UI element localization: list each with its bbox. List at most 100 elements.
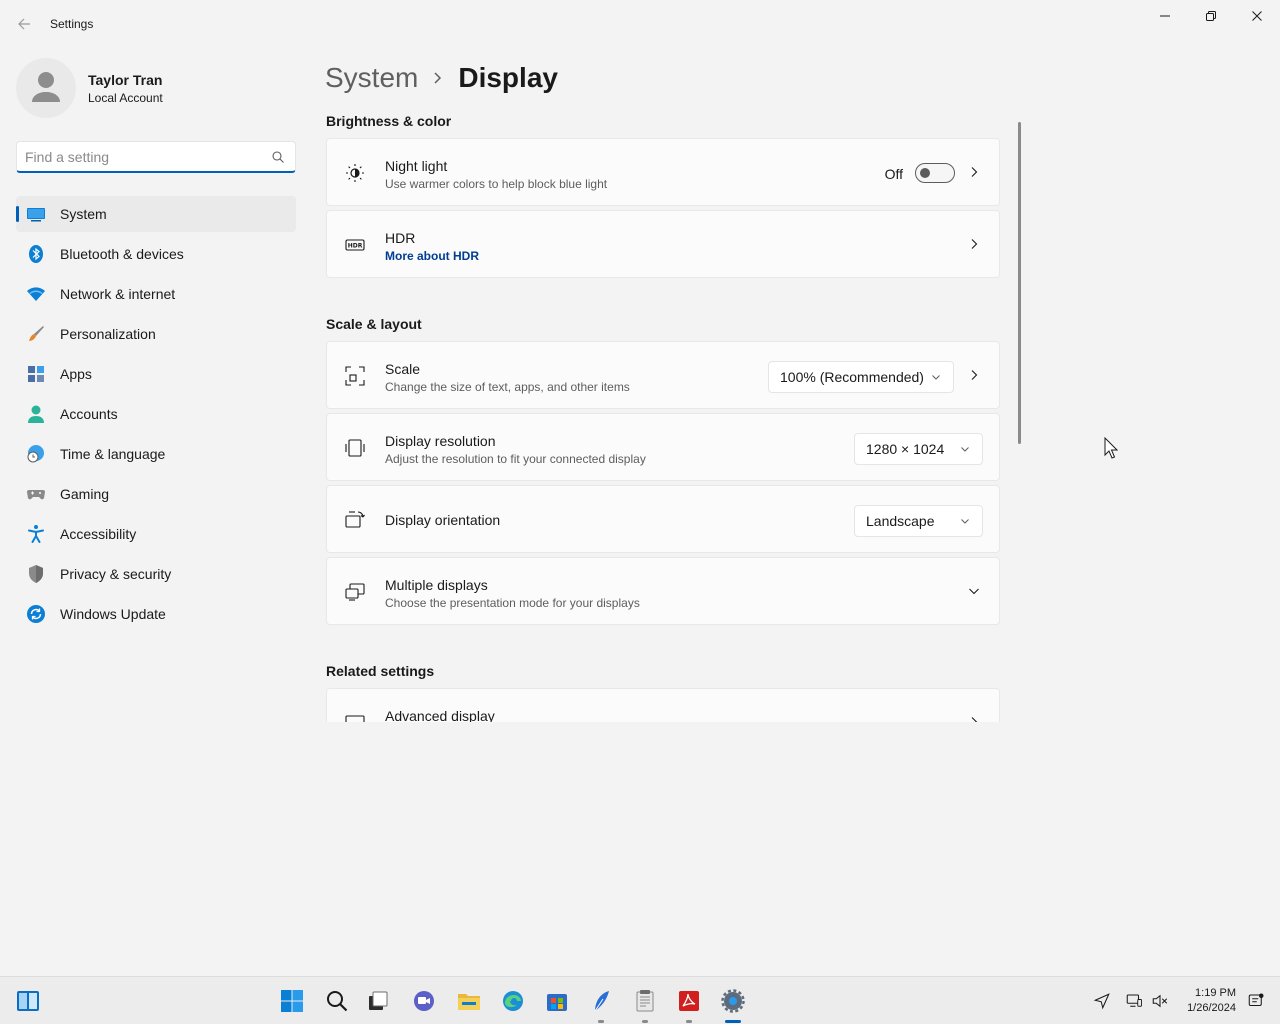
edge-icon [503, 991, 523, 1011]
feather-app-button[interactable] [585, 985, 617, 1017]
close-button[interactable] [1234, 0, 1280, 32]
maximize-button[interactable] [1188, 0, 1234, 32]
sidebar-item-label: Network & internet [60, 286, 176, 302]
resolution-icon [345, 438, 365, 458]
sidebar-item-personalization[interactable]: Personalization [16, 316, 296, 352]
accounts-icon [26, 404, 46, 424]
display-orientation-card: Display orientation Landscape [326, 485, 1000, 553]
resolution-dropdown[interactable]: 1280 × 1024 [854, 433, 983, 465]
sidebar-item-network[interactable]: Network & internet [16, 276, 296, 312]
pdf-reader-button[interactable] [673, 985, 705, 1017]
notepad-icon [636, 990, 654, 1012]
shield-icon [26, 564, 46, 584]
scale-subtitle: Change the size of text, apps, and other… [385, 380, 630, 394]
toggle-knob [920, 168, 930, 178]
sidebar-item-gaming[interactable]: Gaming [16, 476, 296, 512]
gear-icon [721, 989, 745, 1013]
orientation-dropdown[interactable]: Landscape [854, 505, 983, 537]
settings-app-button[interactable] [717, 985, 749, 1017]
back-arrow-icon [18, 18, 30, 30]
close-icon [1252, 11, 1262, 21]
night-light-toggle[interactable] [915, 163, 955, 183]
chat-button[interactable] [408, 985, 440, 1017]
person-icon [32, 72, 60, 102]
apps-icon [26, 364, 46, 384]
multiple-displays-card[interactable]: Multiple displays Choose the presentatio… [326, 557, 1000, 625]
avatar [16, 58, 76, 118]
resolution-subtitle: Adjust the resolution to fit your connec… [385, 452, 646, 466]
user-profile[interactable]: Taylor Tran Local Account [16, 58, 296, 118]
volume-tray-button[interactable] [1144, 985, 1176, 1017]
sidebar-item-apps[interactable]: Apps [16, 356, 296, 392]
scale-card[interactable]: Scale Change the size of text, apps, and… [326, 341, 1000, 409]
clock-time: 1:19 PM [1195, 987, 1236, 999]
chevron-right-icon [971, 717, 978, 722]
sidebar-item-label: Accessibility [60, 526, 137, 542]
orientation-title: Display orientation [385, 512, 501, 528]
task-view-icon [369, 991, 388, 1010]
multiple-displays-icon [345, 582, 365, 602]
edge-button[interactable] [497, 985, 529, 1017]
wifi-icon [26, 284, 46, 304]
file-explorer-button[interactable] [453, 985, 485, 1017]
store-button[interactable] [541, 985, 573, 1017]
multiple-displays-title: Multiple displays [385, 577, 488, 593]
settings-content: Brightness & color Night light Use warme… [326, 104, 1000, 722]
search-input[interactable] [25, 147, 261, 167]
restore-icon [1206, 11, 1216, 21]
night-light-card[interactable]: Night light Use warmer colors to help bl… [326, 138, 1000, 206]
notification-icon [1248, 993, 1264, 1007]
sidebar-item-time-language[interactable]: Time & language [16, 436, 296, 472]
section-title-scale-layout: Scale & layout [326, 316, 422, 332]
search-icon [327, 991, 348, 1012]
sidebar-nav: System Bluetooth & devices Network & int… [16, 196, 296, 636]
sidebar-item-bluetooth[interactable]: Bluetooth & devices [16, 236, 296, 272]
sidebar-item-privacy[interactable]: Privacy & security [16, 556, 296, 592]
hdr-icon: HDR [345, 235, 365, 255]
sidebar-item-accounts[interactable]: Accounts [16, 396, 296, 432]
advanced-display-card[interactable]: Advanced display [326, 688, 1000, 722]
chevron-down-icon [932, 375, 940, 380]
sidebar-item-label: Gaming [60, 486, 110, 502]
speaker-muted-icon [1152, 994, 1168, 1008]
windows-logo-icon [281, 990, 303, 1012]
search-icon [272, 151, 284, 163]
sidebar-item-label: Accounts [60, 406, 118, 422]
breadcrumb-parent[interactable]: System [325, 62, 418, 94]
content-scrollbar[interactable] [1018, 122, 1021, 444]
orientation-value: Landscape [866, 513, 935, 529]
start-button[interactable] [276, 985, 308, 1017]
section-title-brightness: Brightness & color [326, 113, 452, 129]
widgets-icon [17, 991, 39, 1011]
account-type: Local Account [88, 91, 163, 105]
location-tray-button[interactable] [1086, 985, 1118, 1017]
sidebar-item-windows-update[interactable]: Windows Update [16, 596, 296, 632]
minimize-button[interactable] [1142, 0, 1188, 32]
taskbar: 1:19 PM 1/26/2024 [0, 976, 1280, 1024]
sidebar-item-system[interactable]: System [16, 196, 296, 232]
scale-value: 100% (Recommended) [780, 369, 924, 385]
hdr-link[interactable]: More about HDR [385, 249, 479, 263]
task-view-button[interactable] [362, 985, 394, 1017]
notes-app-button[interactable] [629, 985, 661, 1017]
clock[interactable]: 1:19 PM 1/26/2024 [1187, 986, 1236, 1016]
mouse-cursor-icon [1104, 437, 1118, 459]
taskbar-search-button[interactable] [321, 985, 353, 1017]
hdr-card[interactable]: HDR HDR More about HDR [326, 210, 1000, 278]
back-button[interactable] [10, 12, 38, 36]
globe-clock-icon [26, 444, 46, 464]
resolution-value: 1280 × 1024 [866, 441, 945, 457]
search-box[interactable] [16, 141, 296, 173]
notification-button[interactable] [1240, 985, 1272, 1017]
widgets-button[interactable] [12, 985, 44, 1017]
sidebar-item-accessibility[interactable]: Accessibility [16, 516, 296, 552]
network-icon [1126, 994, 1142, 1007]
title-bar: Settings [0, 0, 1280, 48]
scale-dropdown[interactable]: 100% (Recommended) [768, 361, 954, 393]
chevron-right-icon [971, 239, 978, 249]
night-light-icon [345, 163, 365, 183]
chevron-right-icon [971, 370, 978, 380]
app-title: Settings [50, 17, 94, 31]
location-arrow-icon [1093, 993, 1110, 1010]
monitor-icon [345, 713, 365, 722]
